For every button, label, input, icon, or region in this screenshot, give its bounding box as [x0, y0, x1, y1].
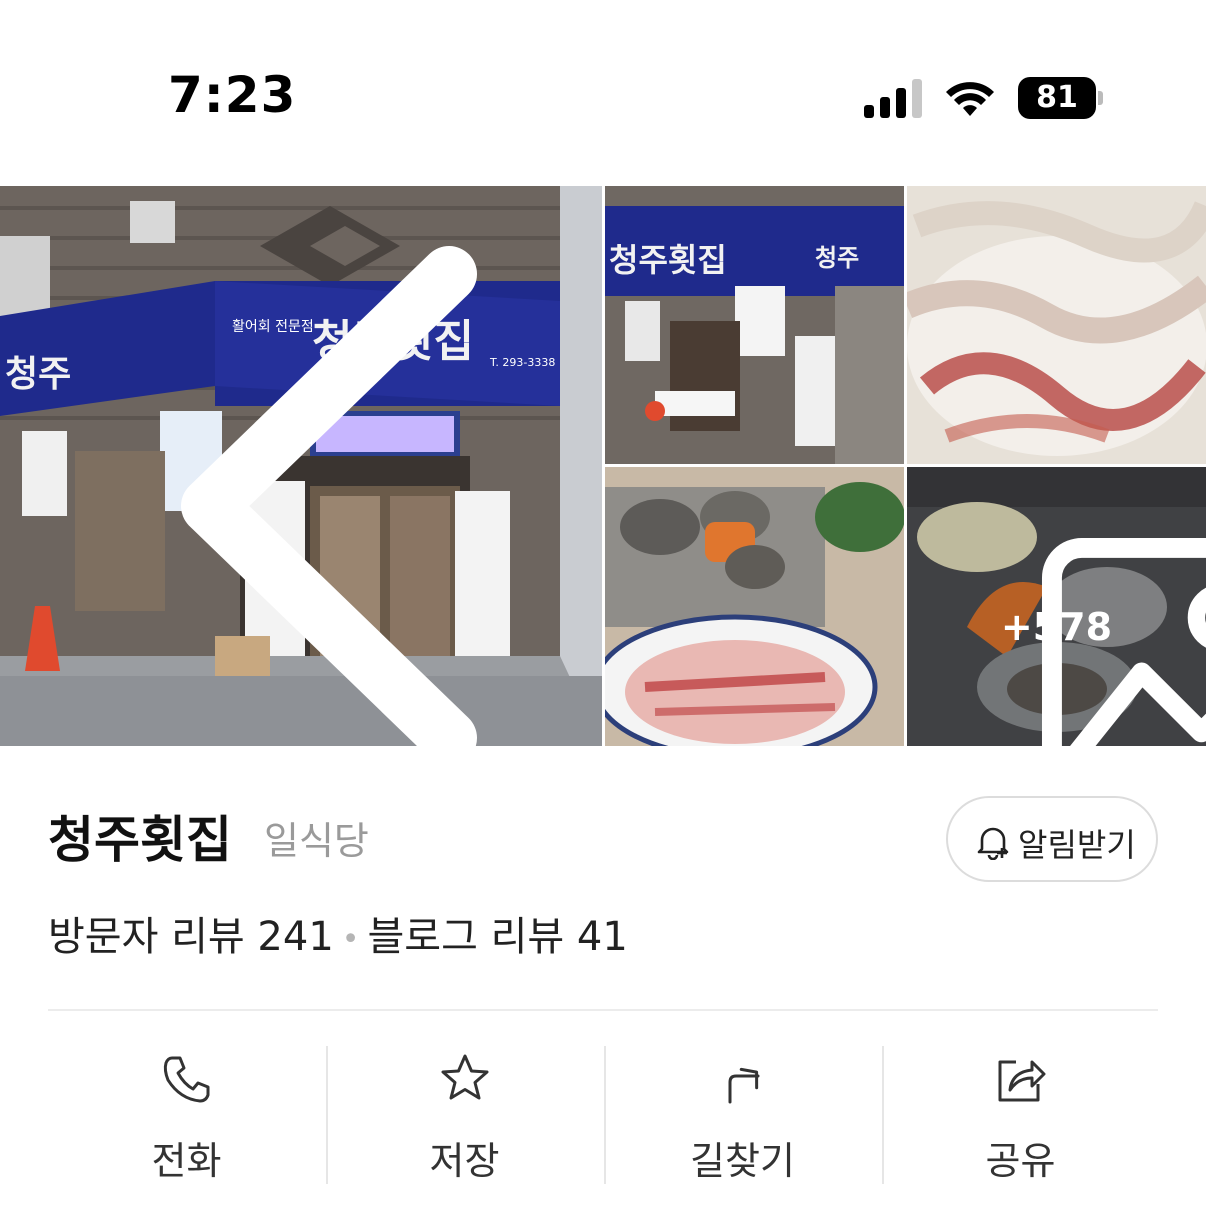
svg-text:청주: 청주 — [815, 243, 859, 272]
photo-thumbnail-1[interactable]: 청주횟집 청주 — [605, 186, 904, 464]
review-summary: 방문자 리뷰 241 • 블로그 리뷰 41 — [48, 904, 628, 962]
call-button[interactable]: 전화 — [48, 1046, 325, 1186]
back-chevron-icon[interactable] — [36, 226, 602, 746]
directions-icon — [728, 1067, 760, 1104]
action-bar: 전화 저장 길찾기 공유 — [48, 1046, 1158, 1186]
place-name: 청주횟집 — [48, 811, 232, 869]
battery-level: 81 — [1036, 80, 1078, 115]
notification-subscribe-label: 알림받기 — [1018, 826, 1136, 864]
directions-label: 길찾기 — [690, 1139, 795, 1183]
signboard-image: 청주횟집 청주 — [605, 186, 904, 464]
bell-plus-icon — [977, 827, 1009, 860]
photo-gallery: 청주횟집 활어회 전문점 T. 293-3338 청주 청주횟집 청주 +578 — [0, 186, 1206, 746]
save-label: 저장 — [429, 1139, 500, 1183]
notification-subscribe-button[interactable]: 알림받기 — [946, 796, 1158, 882]
photo-storefront[interactable]: 청주횟집 활어회 전문점 T. 293-3338 청주 — [0, 186, 602, 746]
share-label: 공유 — [985, 1139, 1056, 1183]
separator-dot: • — [341, 921, 360, 957]
photo-thumbnail-2[interactable]: my — [907, 186, 1206, 464]
photo-thumbnail-more[interactable]: +578 — [907, 467, 1206, 746]
blog-review-link[interactable]: 블로그 리뷰 41 — [367, 914, 627, 960]
photo-thumbnail-3[interactable] — [605, 467, 904, 746]
platter-image — [605, 467, 904, 746]
place-category: 일식당 — [264, 819, 369, 863]
share-icon — [998, 1060, 1046, 1102]
star-icon — [441, 1054, 489, 1100]
svg-text:청주횟집: 청주횟집 — [609, 241, 727, 279]
wifi-icon — [946, 82, 994, 116]
divider — [48, 1009, 1158, 1011]
save-button[interactable]: 저장 — [326, 1046, 603, 1186]
cellular-signal-icon — [864, 79, 922, 118]
status-time: 7:23 — [168, 66, 297, 124]
directions-button[interactable]: 길찾기 — [604, 1046, 881, 1186]
status-bar: 7:23 81 — [0, 0, 1206, 186]
call-label: 전화 — [151, 1139, 222, 1183]
phone-icon — [163, 1056, 210, 1103]
more-photos-count: +578 — [1000, 605, 1113, 649]
share-button[interactable]: 공유 — [882, 1046, 1159, 1186]
battery-indicator: 81 — [1018, 77, 1104, 119]
sashimi-image — [907, 186, 1206, 464]
visitor-review-link[interactable]: 방문자 리뷰 241 — [48, 914, 334, 960]
